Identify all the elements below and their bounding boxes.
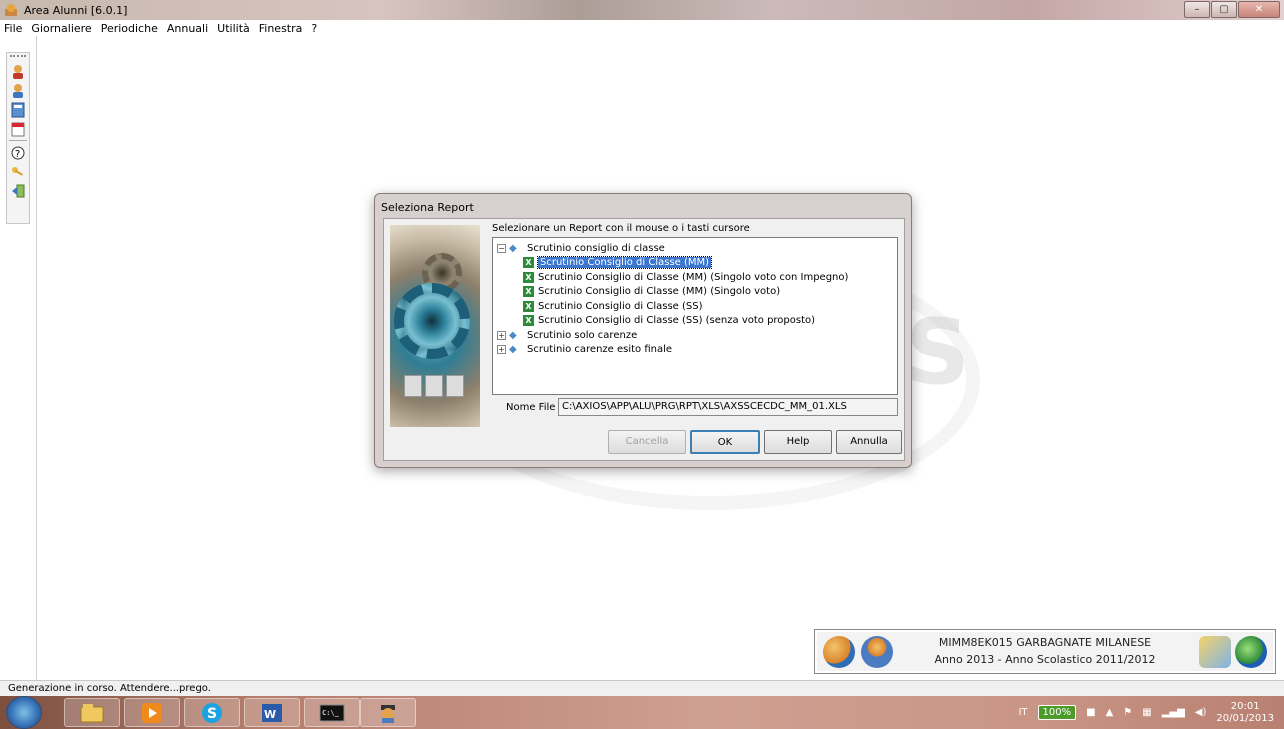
calculator-icon[interactable] <box>10 102 26 118</box>
media-player-icon[interactable] <box>124 698 180 727</box>
expand-toggle-icon[interactable]: + <box>497 330 506 340</box>
menu-periodiche[interactable]: Periodiche <box>101 22 158 35</box>
tree-node-scrutinio-carenze-esito[interactable]: + ◆ Scrutinio carenze esito finale <box>497 343 893 358</box>
user-alt-icon[interactable] <box>10 83 26 99</box>
window-title: Area Alunni [6.0.1] <box>24 3 128 17</box>
large-gear-icon <box>394 283 470 359</box>
tree-leaf-report[interactable]: X Scrutinio Consiglio di Classe (MM) (Si… <box>497 270 893 285</box>
pages-graphic <box>404 375 464 397</box>
ok-button[interactable]: OK <box>690 430 760 454</box>
tree-leaf-report[interactable]: X Scrutinio Consiglio di Classe (SS) <box>497 299 893 314</box>
svg-text:?: ? <box>15 149 20 160</box>
help-icon[interactable]: ? <box>10 145 26 161</box>
clock[interactable]: 20:01 20/01/2013 <box>1216 701 1274 725</box>
toolbar-separator <box>9 140 27 142</box>
side-toolbar: ? <box>6 52 30 224</box>
user-icon[interactable] <box>10 64 26 80</box>
network-icon[interactable]: ▦ <box>1142 707 1151 718</box>
menu-utilita[interactable]: Utilità <box>217 22 250 35</box>
toolbar-grip[interactable] <box>10 55 26 61</box>
menu-bar: File Giornaliere Periodiche Annuali Util… <box>0 20 1284 36</box>
status-bar: Generazione in corso. Attendere...prego. <box>0 680 1284 696</box>
show-hidden-icons-icon[interactable]: ▲ <box>1106 707 1114 718</box>
help-button[interactable]: Help <box>764 430 832 454</box>
volume-icon[interactable]: ◀) <box>1195 707 1207 718</box>
documents-icon <box>1199 636 1231 668</box>
select-report-dialog: Seleziona Report Selezionare un Report c… <box>374 193 912 468</box>
tree-node-scrutinio-consiglio[interactable]: − ◆ Scrutinio consiglio di classe <box>497 241 893 256</box>
folder-icon: ◆ <box>509 242 517 254</box>
dialog-prompt: Selezionare un Report con il mouse o i t… <box>492 223 750 234</box>
school-info-panel: MIMM8EK015 GARBAGNATE MILANESE Anno 2013… <box>814 629 1276 674</box>
word-icon[interactable]: W <box>244 698 300 727</box>
windows-taskbar: S W C:\_ IT 100% ■ ▲ ⚑ ▦ ▂▄▆ ◀) 20:01 20… <box>0 696 1284 729</box>
menu-annuali[interactable]: Annuali <box>167 22 208 35</box>
signal-bars-icon[interactable]: ▂▄▆ <box>1162 707 1185 718</box>
exit-icon[interactable] <box>10 183 26 199</box>
title-bar: Area Alunni [6.0.1] – ▢ ✕ <box>0 0 1284 20</box>
globe-icon <box>1235 636 1267 668</box>
explorer-icon[interactable] <box>64 698 120 727</box>
selected-report-label: Scrutinio Consiglio di Classe (MM) <box>536 256 713 270</box>
app-icon <box>4 3 18 17</box>
dialog-body: Selezionare un Report con il mouse o i t… <box>383 218 905 461</box>
calendar-icon[interactable] <box>10 121 26 137</box>
svg-text:C:\_: C:\_ <box>322 709 340 717</box>
menu-finestra[interactable]: Finestra <box>259 22 303 35</box>
folder-icon: ◆ <box>509 329 517 341</box>
command-prompt-icon[interactable]: C:\_ <box>304 698 360 727</box>
keys-icon[interactable] <box>10 164 26 180</box>
power-plug-icon[interactable]: ■ <box>1086 707 1095 718</box>
cancella-button[interactable]: Cancella <box>608 430 686 454</box>
file-name-field[interactable]: C:\AXIOS\APP\ALU\PRG\RPT\XLS\AXSSCECDC_M… <box>558 398 898 416</box>
svg-text:S: S <box>207 706 217 722</box>
excel-icon: X <box>523 271 534 283</box>
gears-illustration <box>390 225 480 427</box>
dialog-title: Seleziona Report <box>381 201 474 214</box>
tree-leaf-report[interactable]: X Scrutinio Consiglio di Classe (SS) (se… <box>497 314 893 329</box>
language-indicator[interactable]: IT <box>1018 707 1027 718</box>
close-button[interactable]: ✕ <box>1238 1 1280 18</box>
collapse-toggle-icon[interactable]: − <box>497 243 506 253</box>
skype-icon[interactable]: S <box>184 698 240 727</box>
excel-icon: X <box>523 257 534 269</box>
menu-giornaliere[interactable]: Giornaliere <box>31 22 91 35</box>
maximize-button[interactable]: ▢ <box>1211 1 1237 18</box>
expand-toggle-icon[interactable]: + <box>497 345 506 355</box>
clock-date: 20/01/2013 <box>1216 712 1274 724</box>
action-center-flag-icon[interactable]: ⚑ <box>1123 707 1132 718</box>
minimize-button[interactable]: – <box>1184 1 1210 18</box>
menu-file[interactable]: File <box>4 22 22 35</box>
window-controls: – ▢ ✕ <box>1184 1 1280 18</box>
start-button[interactable] <box>6 696 42 729</box>
menu-help[interactable]: ? <box>311 22 317 35</box>
excel-icon: X <box>523 315 534 327</box>
system-tray: IT 100% ■ ▲ ⚑ ▦ ▂▄▆ ◀) 20:01 20/01/2013 <box>1018 696 1284 729</box>
tree-leaf-report[interactable]: X Scrutinio Consiglio di Classe (MM) (Si… <box>497 285 893 300</box>
folder-icon: ◆ <box>509 344 517 356</box>
report-tree[interactable]: − ◆ Scrutinio consiglio di classe X Scru… <box>492 237 898 395</box>
clock-time: 20:01 <box>1230 700 1260 712</box>
file-name-label: Nome File <box>506 402 556 413</box>
tree-node-scrutinio-solo-carenze[interactable]: + ◆ Scrutinio solo carenze <box>497 328 893 343</box>
background-watermark-letter: S <box>905 300 970 405</box>
tree-leaf-report[interactable]: X Scrutinio Consiglio di Classe (MM) <box>497 256 893 271</box>
svg-text:W: W <box>264 708 276 721</box>
excel-icon: X <box>523 300 534 312</box>
excel-icon: X <box>523 286 534 298</box>
annulla-button[interactable]: Annulla <box>836 430 902 454</box>
area-alunni-task-icon[interactable] <box>360 698 416 727</box>
battery-indicator[interactable]: 100% <box>1037 705 1077 720</box>
